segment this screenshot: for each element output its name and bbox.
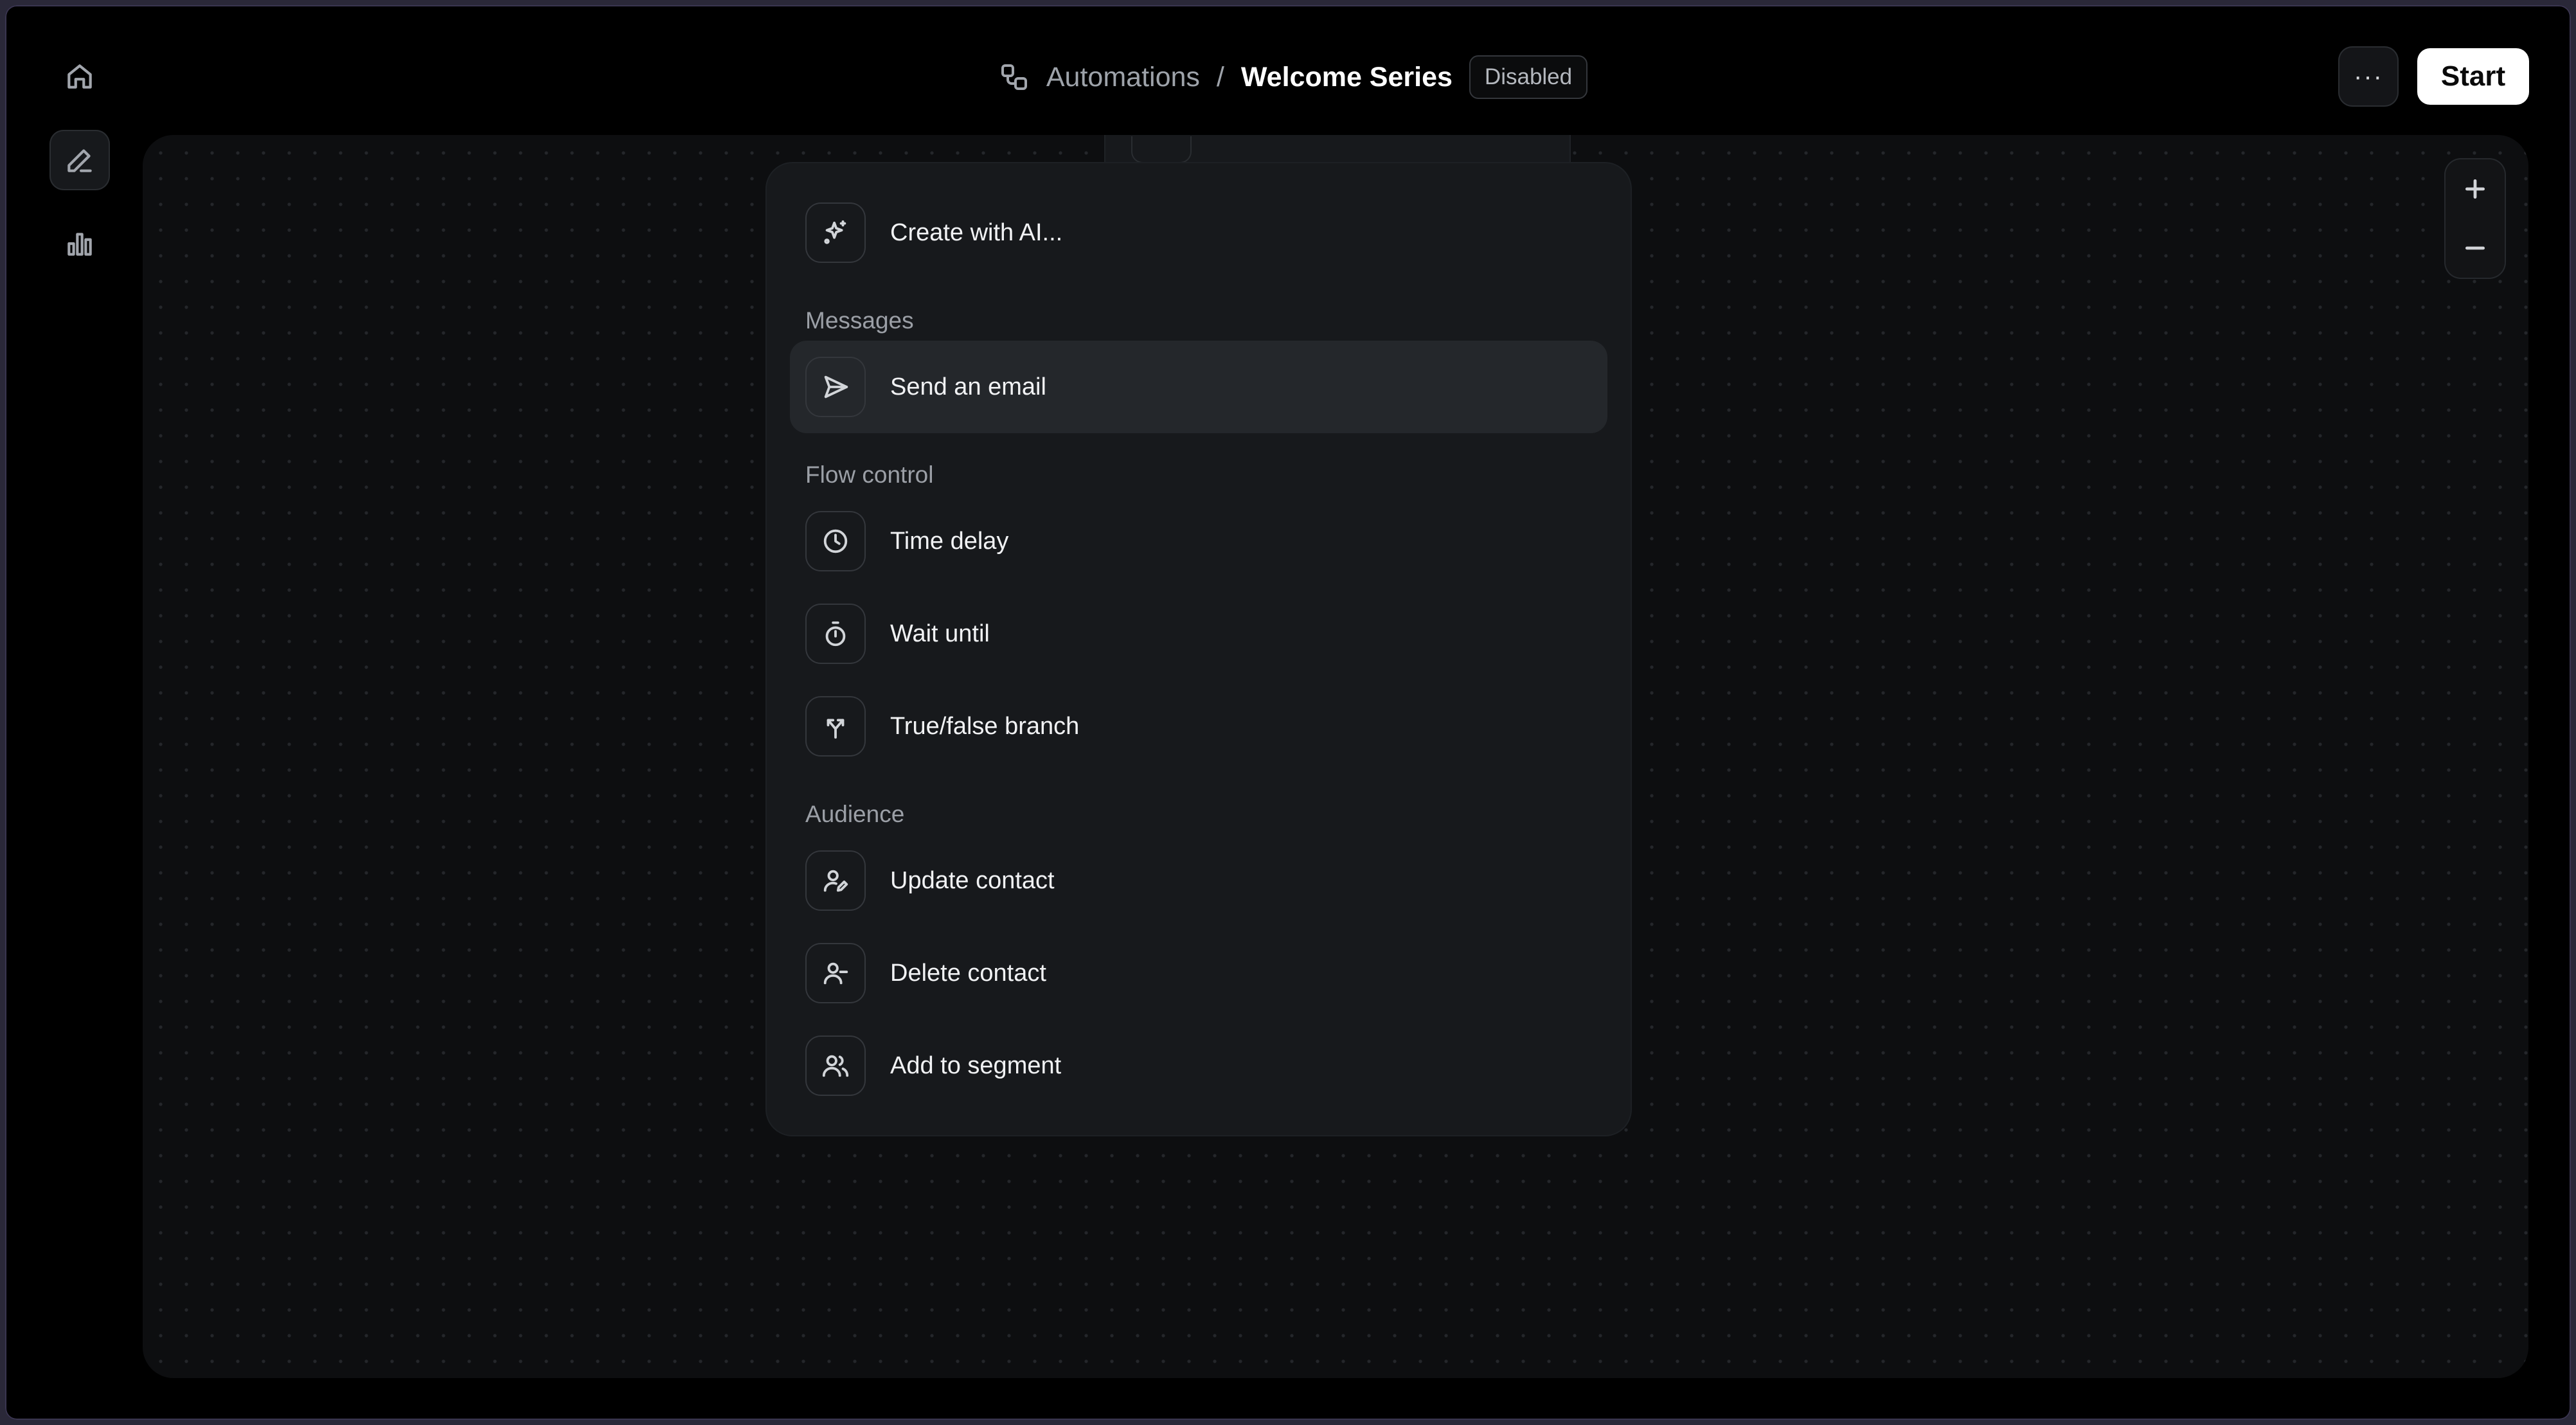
- users-icon: [805, 1035, 866, 1096]
- menu-item-label: Add to segment: [890, 1052, 1062, 1079]
- menu-item-label: Time delay: [890, 527, 1009, 555]
- status-badge: Disabled: [1469, 55, 1588, 99]
- add-step-menu: Create with AI... Messages Send an email…: [767, 163, 1631, 1135]
- section-label-flow-control: Flow control: [805, 462, 934, 488]
- zoom-controls: [2444, 158, 2506, 279]
- menu-item-label: Create with AI...: [890, 219, 1063, 246]
- sidebar-item-analytics[interactable]: [49, 213, 110, 274]
- sparkles-icon: [805, 202, 866, 263]
- start-button[interactable]: Start: [2417, 48, 2529, 105]
- node-icon-frame: [1131, 136, 1192, 163]
- sidebar-item-editor[interactable]: [49, 130, 110, 190]
- send-icon: [805, 357, 866, 417]
- menu-item-add-to-segment[interactable]: Add to segment: [790, 1019, 1607, 1112]
- clock-icon: [805, 511, 866, 571]
- bar-chart-icon: [67, 233, 92, 256]
- page-title: Welcome Series: [1240, 61, 1453, 93]
- app-window: Automations / Welcome Series Disabled ··…: [5, 5, 2571, 1420]
- section-label-audience: Audience: [805, 801, 905, 827]
- zoom-out-button[interactable]: [2444, 219, 2506, 278]
- plus-icon: [2465, 179, 2485, 199]
- menu-item-time-delay[interactable]: Time delay: [790, 495, 1607, 587]
- breadcrumb-separator: /: [1216, 61, 1224, 93]
- menu-item-label: Update contact: [890, 866, 1055, 894]
- workflow-icon: [999, 62, 1030, 93]
- user-edit-icon: [805, 850, 866, 911]
- section-label-messages: Messages: [805, 307, 914, 334]
- more-options-button[interactable]: ···: [2338, 46, 2399, 107]
- breadcrumb: Automations / Welcome Series Disabled: [5, 51, 2571, 103]
- menu-item-create-with-ai[interactable]: Create with AI...: [790, 186, 1607, 279]
- zoom-in-button[interactable]: [2444, 159, 2506, 219]
- timer-icon: [805, 604, 866, 664]
- menu-item-label: Send an email: [890, 373, 1046, 400]
- menu-item-label: Delete contact: [890, 959, 1046, 987]
- pencil-icon: [67, 149, 92, 172]
- user-minus-icon: [805, 943, 866, 1003]
- split-icon: [805, 696, 866, 757]
- menu-item-wait-until[interactable]: Wait until: [790, 587, 1607, 680]
- menu-item-delete-contact[interactable]: Delete contact: [790, 927, 1607, 1019]
- menu-item-label: True/false branch: [890, 712, 1080, 740]
- minus-icon: [2465, 246, 2485, 250]
- menu-item-update-contact[interactable]: Update contact: [790, 834, 1607, 927]
- menu-item-send-email[interactable]: Send an email: [790, 341, 1607, 433]
- menu-item-label: Wait until: [890, 620, 990, 647]
- breadcrumb-automations-link[interactable]: Automations: [1046, 62, 1200, 93]
- menu-item-true-false-branch[interactable]: True/false branch: [790, 680, 1607, 773]
